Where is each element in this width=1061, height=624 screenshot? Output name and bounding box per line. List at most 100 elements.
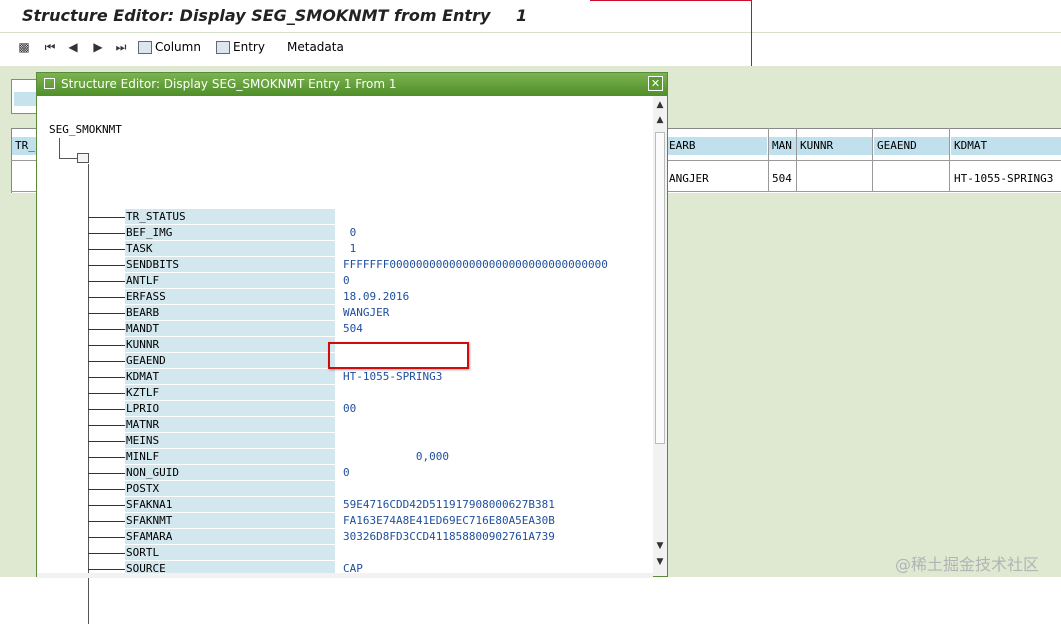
field-value[interactable]: 0 [343, 274, 350, 287]
metadata-button-label: Metadata [287, 40, 344, 54]
entry-button-label: Entry [233, 40, 265, 54]
folder-icon[interactable] [77, 153, 89, 163]
tree-branch [88, 297, 125, 298]
field-name: ERFASS [126, 290, 166, 303]
entry-number: 1 [516, 6, 528, 25]
last-entry-icon[interactable]: ⏭ [113, 39, 129, 55]
field-value[interactable]: 18.09.2016 [343, 290, 409, 303]
tree-branch [88, 361, 125, 362]
tree-branch [88, 281, 125, 282]
scrollbar-thumb[interactable] [655, 132, 665, 444]
field-value[interactable]: 59E4716CDD42D511917908000627B381 [343, 498, 555, 511]
field-name: KDMAT [126, 370, 160, 383]
field-value[interactable]: 1 [343, 242, 357, 255]
scroll-down-icon[interactable]: ▼ [654, 556, 666, 568]
tree-branch [88, 329, 125, 330]
next-entry-icon[interactable]: ▶ [90, 39, 106, 55]
tree-branch [88, 553, 125, 554]
field-name: SFAMARA [126, 530, 173, 543]
toolbar: ▩ ⏮ ◀ ▶ ⏭ Column Entry Metadata [0, 33, 1061, 65]
column-button-label: Column [155, 40, 201, 54]
horizontal-scrollbar[interactable] [37, 573, 653, 578]
tree-branch [88, 473, 125, 474]
table-cell-kdmat: HT-1055-SPRING3 [954, 172, 1054, 185]
display-icon [44, 78, 55, 89]
metadata-button[interactable]: Metadata [287, 40, 344, 54]
field-name: SFAKNMT [126, 514, 173, 527]
field-name: SENDBITS [126, 258, 179, 271]
table-cell-mandt: 504 [772, 172, 792, 185]
field-name: BEF_IMG [126, 226, 173, 239]
field-value[interactable]: FA163E74A8E41ED69EC716E80A5EA30B [343, 514, 555, 527]
watermark: @稀土掘金技术社区 [895, 555, 1040, 574]
table-header-kdmat[interactable]: KDMAT [951, 137, 1061, 155]
scroll-down-icon[interactable]: ▼ [654, 540, 666, 552]
tree-branch [88, 441, 125, 442]
entry-icon [216, 40, 230, 54]
first-entry-icon[interactable]: ⏮ [42, 39, 58, 55]
window-title-bar: Structure Editor: Display SEG_SMOKNMT fr… [0, 0, 1061, 33]
field-value[interactable]: 504 [343, 322, 363, 335]
tree-branch [88, 377, 125, 378]
tree-branch [88, 233, 125, 234]
tree-branch [88, 249, 125, 250]
scroll-up-icon[interactable]: ▲ [654, 99, 666, 111]
tree-branch [88, 265, 125, 266]
scroll-up-icon[interactable]: ▲ [654, 114, 666, 126]
field-value[interactable]: 0 [343, 466, 350, 479]
tree-branch [88, 425, 125, 426]
field-row[interactable] [125, 241, 335, 256]
tree-branch [88, 569, 125, 570]
field-name: ANTLF [126, 274, 160, 287]
column-button[interactable]: Column [138, 40, 201, 54]
table-col-divider [872, 128, 873, 192]
dialog-body: SEG_SMOKNMT TR_STATUS BEF_IMG 0 TASK 1 SEND… [37, 96, 667, 624]
kdmat-highlight [328, 342, 469, 369]
field-value[interactable]: FFFFFFF000000000000000000000000000000000 [343, 258, 608, 271]
table-header-geaend[interactable]: GEAEND [874, 137, 949, 155]
tree-connector [59, 158, 77, 159]
tree-branch [88, 393, 125, 394]
tree-branch [88, 217, 125, 218]
tree-branch [88, 345, 125, 346]
field-value[interactable]: 0,000 [343, 450, 449, 463]
tree-branch [88, 313, 125, 314]
structure-root-label[interactable]: SEG_SMOKNMT [49, 123, 122, 136]
dialog-title-bar[interactable]: Structure Editor: Display SEG_SMOKNMT En… [37, 73, 667, 96]
field-name: MEINS [126, 434, 160, 447]
tree-branch [88, 521, 125, 522]
field-value[interactable]: WANGJER [343, 306, 389, 319]
field-name: SFAKNA1 [126, 498, 173, 511]
red-guide-top [590, 0, 752, 1]
field-name: TR_STATUS [126, 210, 186, 223]
close-button[interactable]: ✕ [648, 76, 663, 91]
field-name: BEARB [126, 306, 160, 319]
table-header-tr[interactable]: TR_ [12, 137, 36, 155]
table-header-mandt[interactable]: MAN [769, 137, 796, 155]
field-name: KUNNR [126, 338, 160, 351]
field-name: POSTX [126, 482, 160, 495]
previous-entry-icon[interactable]: ◀ [65, 39, 81, 55]
table-header-kunnr[interactable]: KUNNR [797, 137, 872, 155]
table-col-divider [949, 128, 950, 192]
field-name: SORTL [126, 546, 160, 559]
field-value[interactable]: 30326D8FD3CCD411858800902761A739 [343, 530, 555, 543]
field-value[interactable]: HT-1055-SPRING3 [343, 370, 442, 383]
field-value[interactable]: 0 [343, 226, 357, 239]
structure-editor-dialog: Structure Editor: Display SEG_SMOKNMT En… [36, 72, 668, 624]
field-value[interactable]: 00 [343, 402, 356, 415]
field-name: TASK [126, 242, 153, 255]
vertical-scrollbar[interactable]: ▲ ▲ ▼ ▼ [653, 96, 667, 576]
hierarchy-icon[interactable]: ▩ [16, 39, 32, 55]
field-name: LPRIO [126, 402, 160, 415]
tree-branch [88, 505, 125, 506]
table-header-bearb[interactable]: EARB [666, 137, 767, 155]
table-col-divider [796, 128, 797, 192]
field-name: KZTLF [126, 386, 160, 399]
field-name: GEAEND [126, 354, 166, 367]
entry-button[interactable]: Entry [216, 40, 265, 54]
field-name: MATNR [126, 418, 160, 431]
tree-branch [88, 457, 125, 458]
field-name: MINLF [126, 450, 160, 463]
tree-connector [59, 138, 60, 158]
